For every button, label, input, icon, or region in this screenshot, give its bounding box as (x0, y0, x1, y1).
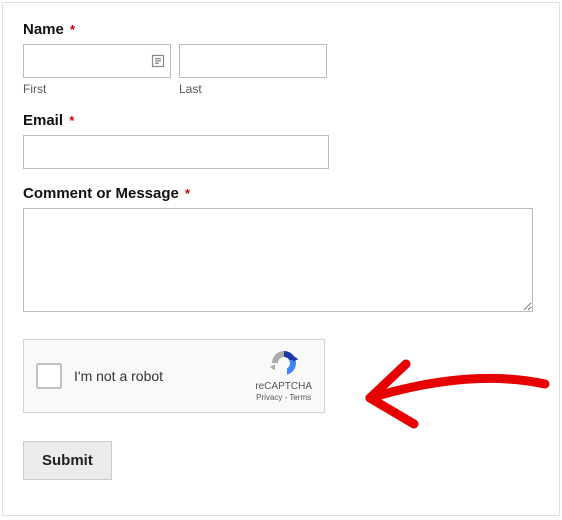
email-label: Email * (23, 112, 539, 129)
recaptcha-text: I'm not a robot (74, 368, 255, 384)
recaptcha-branding: reCAPTCHA Privacy - Terms (255, 348, 312, 403)
first-name-sublabel: First (23, 82, 171, 96)
required-mark: * (69, 113, 74, 128)
last-name-input[interactable] (179, 44, 327, 78)
email-input[interactable] (23, 135, 329, 169)
name-row: First Last (23, 44, 539, 96)
recaptcha-brand-text: reCAPTCHA (255, 380, 312, 393)
email-label-text: Email (23, 112, 63, 129)
comment-textarea[interactable] (23, 208, 533, 312)
form-container: Name * First (2, 2, 560, 516)
comment-label-text: Comment or Message (23, 185, 179, 202)
recaptcha-links: Privacy - Terms (256, 393, 311, 403)
email-field-group: Email * (23, 112, 539, 169)
name-label: Name * (23, 21, 539, 38)
name-field-group: Name * First (23, 21, 539, 96)
name-label-text: Name (23, 21, 64, 38)
comment-field-group: Comment or Message * (23, 185, 539, 317)
required-mark: * (185, 186, 190, 201)
recaptcha-widget: I'm not a robot reCAPTCHA Privacy - Term… (23, 339, 325, 413)
last-name-sublabel: Last (179, 82, 327, 96)
last-name-col: Last (179, 44, 327, 96)
recaptcha-terms-link[interactable]: Terms (289, 393, 311, 402)
recaptcha-privacy-link[interactable]: Privacy (256, 393, 282, 402)
first-name-input[interactable] (23, 44, 171, 78)
recaptcha-checkbox[interactable] (36, 363, 62, 389)
first-name-col: First (23, 44, 171, 96)
required-mark: * (70, 22, 75, 37)
submit-button[interactable]: Submit (23, 441, 112, 480)
recaptcha-logo-icon (268, 348, 300, 378)
comment-label: Comment or Message * (23, 185, 539, 202)
first-name-input-wrap (23, 44, 171, 78)
